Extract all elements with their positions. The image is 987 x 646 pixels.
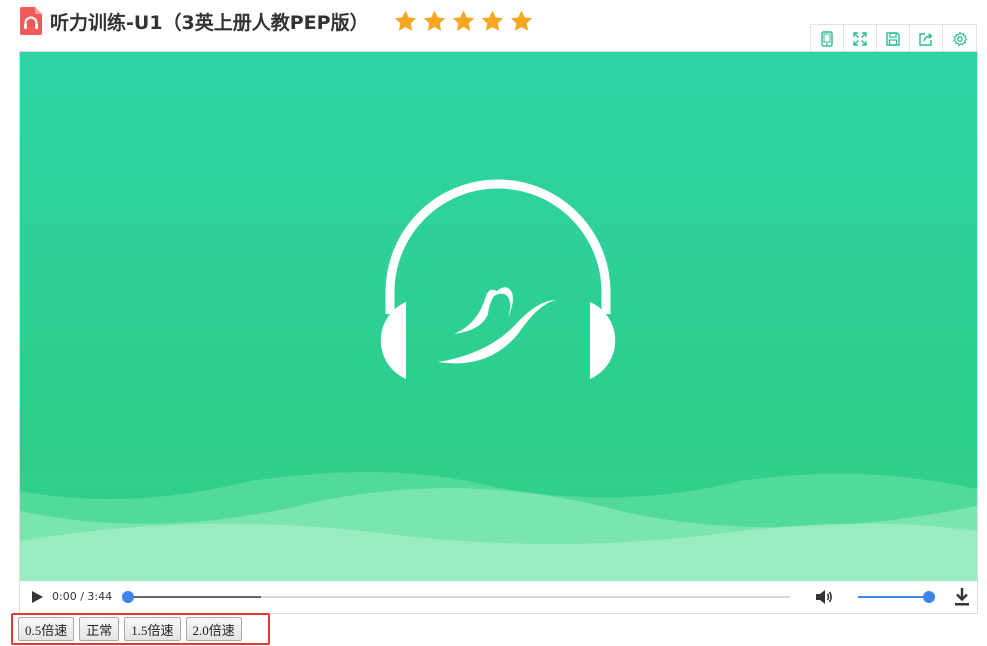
settings-button[interactable]: [943, 25, 976, 52]
star-icon: [394, 10, 416, 31]
progress-bar[interactable]: [128, 596, 790, 598]
play-icon[interactable]: [30, 590, 44, 604]
speed-0.5x-button[interactable]: 0.5倍速: [18, 617, 75, 641]
star-icon: [510, 10, 532, 31]
speed-1.5x-button[interactable]: 1.5倍速: [124, 617, 181, 641]
audio-player: 0:00 / 3:44: [19, 51, 978, 614]
phone-icon: [821, 30, 833, 47]
time-display: 0:00 / 3:44: [52, 590, 113, 603]
star-icon: [423, 10, 445, 31]
volume-handle[interactable]: [923, 591, 935, 603]
mobile-view-button[interactable]: [811, 25, 844, 52]
share-button[interactable]: [910, 25, 943, 52]
audio-cover: [20, 52, 977, 581]
wave-decoration: [20, 472, 977, 581]
buffered-bar: [128, 596, 262, 598]
page-title: 听力训练-U1（3英上册人教PEP版）: [50, 11, 369, 34]
headphone-file-icon: [18, 7, 44, 35]
star-icon: [481, 10, 503, 31]
volume-slider[interactable]: [858, 596, 930, 598]
volume-icon[interactable]: [814, 587, 834, 607]
rating-stars: [393, 9, 534, 34]
document-toolbar: [810, 24, 977, 53]
player-controls: 0:00 / 3:44: [20, 581, 977, 613]
speed-normal-button[interactable]: 正常: [79, 617, 120, 641]
save-button[interactable]: [877, 25, 910, 52]
star-icon: [452, 10, 474, 31]
fullscreen-button[interactable]: [844, 25, 877, 52]
gear-icon: [952, 31, 967, 46]
share-icon: [919, 32, 933, 46]
title-bar: 听力训练-U1（3英上册人教PEP版）: [18, 6, 534, 36]
headphones-icon: [380, 179, 616, 379]
expand-icon: [853, 31, 867, 46]
progress-handle[interactable]: [122, 591, 134, 603]
floppy-icon: [886, 31, 900, 46]
playback-speed-panel: 0.5倍速 正常 1.5倍速 2.0倍速: [11, 613, 270, 645]
speed-2.0x-button[interactable]: 2.0倍速: [185, 617, 242, 641]
download-icon[interactable]: [953, 587, 971, 607]
